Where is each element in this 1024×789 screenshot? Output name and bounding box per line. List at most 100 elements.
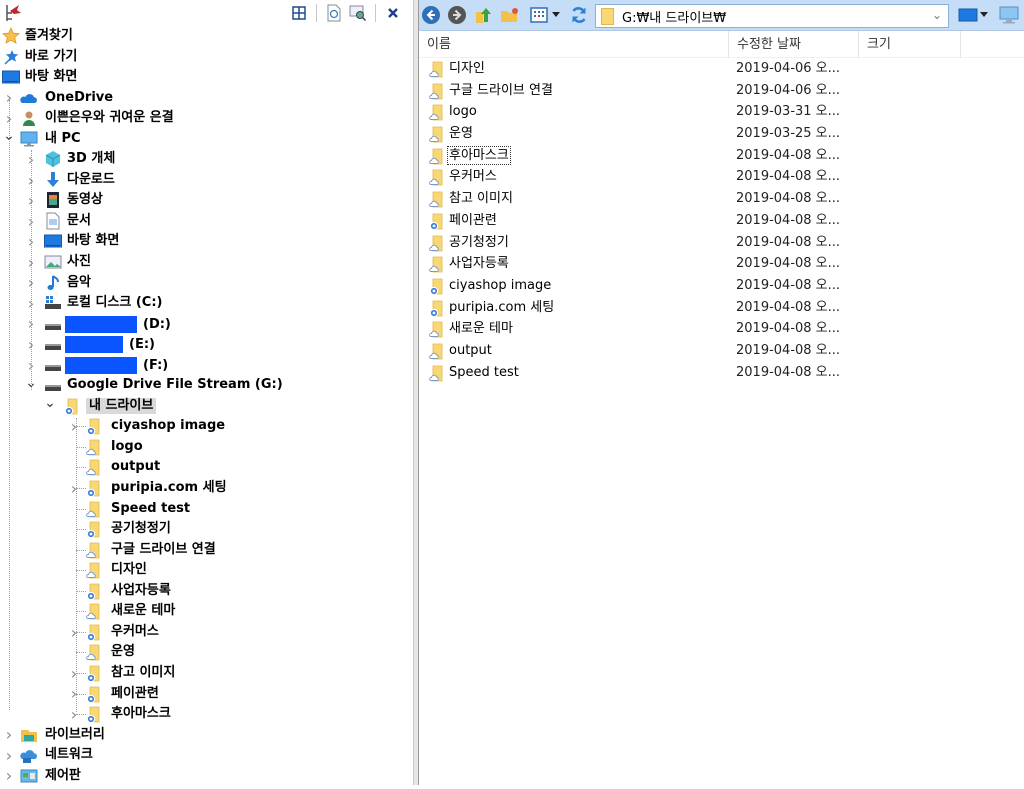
folder-cloud-icon <box>86 643 104 661</box>
folder-cloud-icon <box>429 320 445 338</box>
tree-item[interactable]: › OneDrive <box>0 88 414 109</box>
tree-item[interactable]: 구글 드라이브 연결 <box>0 540 414 561</box>
file-name: puripia.com 세팅 <box>449 299 555 315</box>
file-row[interactable]: 구글 드라이브 연결 2019-04-06 오... <box>419 80 1024 102</box>
file-row[interactable]: 후아마스크 2019-04-08 오... <box>419 145 1024 167</box>
video-icon <box>44 191 62 209</box>
file-name: 참고 이미지 <box>449 191 513 207</box>
file-row[interactable]: 디자인 2019-04-06 오... <box>419 58 1024 80</box>
tree-item[interactable]: ⌄ 내 드라이브 <box>0 393 414 417</box>
navigation-toolbar <box>0 0 413 26</box>
tree-item[interactable]: › (F:) <box>0 355 414 376</box>
tree-item-label: 내 PC <box>45 130 81 146</box>
tree-item[interactable]: › ciyashop image <box>0 416 414 437</box>
tree-item[interactable]: › 라이브러리 <box>0 725 414 746</box>
tree-item-label: 운영 <box>111 644 135 660</box>
monitor-icon[interactable] <box>997 5 1021 25</box>
tree-item[interactable]: › 이쁜은우와 귀여운 은결 <box>0 108 414 129</box>
tree-item[interactable]: 디자인 <box>0 560 414 581</box>
column-header-size[interactable]: 크기 <box>859 31 961 58</box>
file-row[interactable]: 사업자등록 2019-04-08 오... <box>419 253 1024 275</box>
file-date: 2019-03-25 오... <box>736 126 841 142</box>
tree-item[interactable]: › 우커머스 <box>0 622 414 643</box>
refresh-page-icon[interactable] <box>322 4 346 22</box>
tree-item[interactable]: 바로 가기 <box>0 47 414 68</box>
file-name: 새로운 테마 <box>449 321 513 337</box>
folder-tree: 즐겨찾기 바로 가기 바탕 화면 › OneDrive › 이쁜은우와 귀여운 은결 ⌄ 내 P… <box>0 26 414 786</box>
tree-item[interactable]: › 3D 개체 <box>0 149 414 170</box>
tree-item[interactable]: 바탕 화면 <box>0 67 414 88</box>
tree-item[interactable]: 사업자등록 <box>0 581 414 602</box>
file-row[interactable]: 새로운 테마 2019-04-08 오... <box>419 318 1024 340</box>
chevron-down-icon[interactable]: ⌄ <box>44 393 56 413</box>
view-dropdown-icon[interactable] <box>550 5 562 25</box>
tree-item[interactable]: 새로운 테마 <box>0 601 414 622</box>
address-bar[interactable]: G:₩내 드라이브₩ ⌄ <box>595 4 949 28</box>
tree-item[interactable]: › 로컬 디스크 (C:) <box>0 293 414 314</box>
tree-item[interactable]: 즐겨찾기 <box>0 26 414 47</box>
tree-connector <box>76 590 86 592</box>
display-mode-icon[interactable] <box>956 5 980 25</box>
file-row[interactable]: output 2019-04-08 오... <box>419 340 1024 362</box>
file-date: 2019-04-08 오... <box>736 342 841 358</box>
forward-icon[interactable] <box>447 5 467 25</box>
file-row[interactable]: puripia.com 세팅 2019-04-08 오... <box>419 297 1024 319</box>
display-dropdown-icon[interactable] <box>978 5 990 25</box>
file-name: 후아마스크 <box>447 145 511 165</box>
tree-item[interactable]: › (D:) <box>0 314 414 335</box>
file-row[interactable]: logo 2019-03-31 오... <box>419 101 1024 123</box>
tree-item[interactable]: › 사진 <box>0 252 414 273</box>
tree-item[interactable]: › puripia.com 세팅 <box>0 478 414 499</box>
new-folder-icon[interactable] <box>500 5 520 25</box>
close-icon[interactable] <box>381 4 405 22</box>
file-row[interactable]: ciyashop image 2019-04-08 오... <box>419 275 1024 297</box>
chevron-right-icon[interactable]: › <box>3 745 15 765</box>
tree-item[interactable]: 공기청정기 <box>0 519 414 540</box>
tree-item-label: 사진 <box>67 254 91 270</box>
tree-item[interactable]: › 참고 이미지 <box>0 663 414 684</box>
chevron-right-icon[interactable]: › <box>3 725 15 745</box>
tree-item[interactable]: ⌄ 내 PC <box>0 128 414 150</box>
tree-item[interactable]: › 후아마스크 <box>0 704 414 725</box>
file-row[interactable]: 참고 이미지 2019-04-08 오... <box>419 188 1024 210</box>
file-date: 2019-04-08 오... <box>736 212 841 228</box>
file-row[interactable]: Speed test 2019-04-08 오... <box>419 362 1024 384</box>
tree-item[interactable]: ⌄ Google Drive File Stream (G:) <box>0 375 414 396</box>
tree-item-label: 디자인 <box>111 562 147 578</box>
folder-cloud-icon <box>429 234 445 252</box>
back-icon[interactable] <box>421 5 441 25</box>
tree-item[interactable]: › 동영상 <box>0 190 414 211</box>
tree-item[interactable]: › (E:) <box>0 334 414 355</box>
tree-item[interactable]: › 문서 <box>0 211 414 232</box>
file-row[interactable]: 우커머스 2019-04-08 오... <box>419 166 1024 188</box>
refresh-icon[interactable] <box>569 5 589 25</box>
document-icon <box>44 212 62 230</box>
tree-item[interactable]: › 바탕 화면 <box>0 231 414 252</box>
file-name: output <box>449 342 492 358</box>
tree-item[interactable]: output <box>0 457 414 478</box>
file-row[interactable]: 운영 2019-03-25 오... <box>419 123 1024 145</box>
view-mode-icon[interactable] <box>529 5 549 25</box>
column-header-modified[interactable]: 수정한 날짜 <box>729 31 859 58</box>
tree-item-text: (D:) <box>143 316 171 332</box>
file-date: 2019-04-08 오... <box>736 191 841 207</box>
file-date: 2019-04-08 오... <box>736 147 841 163</box>
tree-item[interactable]: 운영 <box>0 642 414 663</box>
drive-icon <box>44 315 62 333</box>
tree-item[interactable]: › 음악 <box>0 273 414 294</box>
up-folder-icon[interactable] <box>474 5 494 25</box>
address-dropdown-icon[interactable]: ⌄ <box>932 8 942 22</box>
tree-item[interactable]: › 다운로드 <box>0 170 414 191</box>
file-row[interactable]: 페이관련 2019-04-08 오... <box>419 210 1024 232</box>
file-row[interactable]: 공기청정기 2019-04-08 오... <box>419 232 1024 254</box>
tree-item[interactable]: › 네트워크 <box>0 745 414 766</box>
chevron-right-icon[interactable]: › <box>3 766 15 786</box>
tree-item[interactable]: logo <box>0 437 414 458</box>
column-header-name[interactable]: 이름 <box>419 31 729 58</box>
layout-grid-icon[interactable] <box>287 4 311 22</box>
tree-item[interactable]: › 페이관련 <box>0 684 414 705</box>
tree-item[interactable]: › 제어판 <box>0 766 414 787</box>
tree-item[interactable]: Speed test <box>0 499 414 520</box>
tree-item-label: 제어판 <box>45 767 81 783</box>
search-window-icon[interactable] <box>346 4 370 22</box>
